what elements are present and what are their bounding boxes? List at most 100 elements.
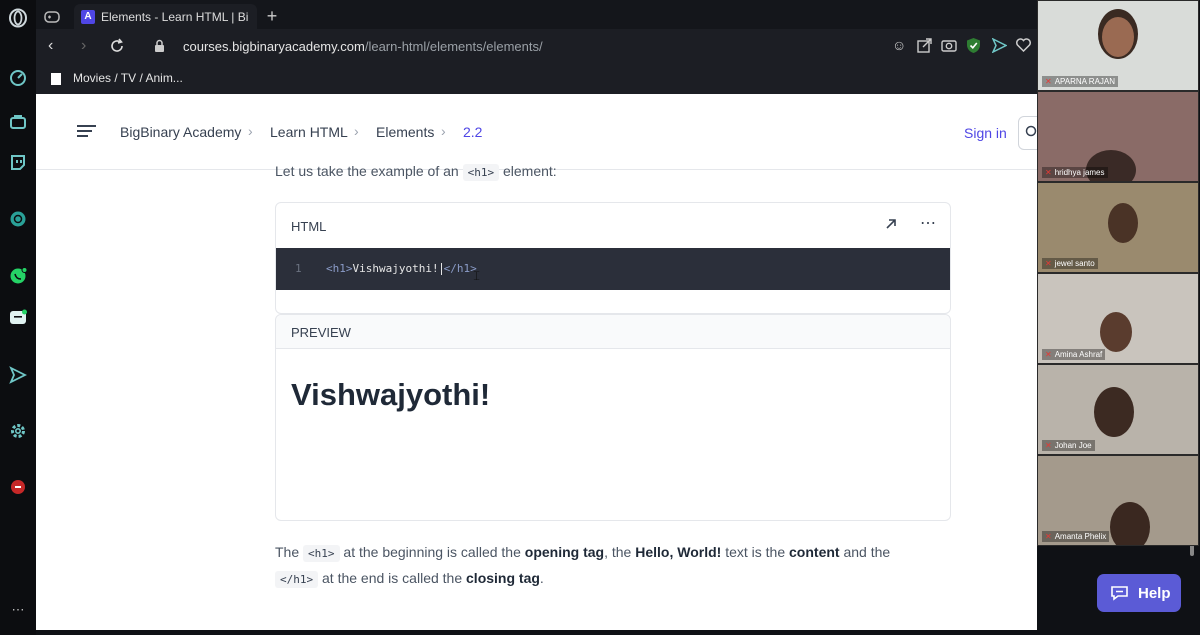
participant-name: ✕ Amina Ashraf (1042, 349, 1106, 360)
more-menu-icon[interactable]: ⋯ (920, 213, 936, 233)
mic-muted-icon: ✕ (1045, 532, 1052, 541)
breadcrumb-lesson[interactable]: 2.2 (463, 124, 482, 140)
ibeam-cursor-icon: 𝙸 (472, 268, 482, 283)
participant-name-text: Johan Joe (1054, 441, 1092, 450)
web-page: BigBinary Academy › Learn HTML › Element… (36, 94, 1037, 630)
participant-tile[interactable]: ✕ Johan Joe (1037, 364, 1199, 455)
preview-heading: Vishwajyothi! (291, 377, 491, 412)
settings-gear-icon[interactable] (8, 421, 28, 441)
breadcrumb-chevron-icon: › (441, 123, 446, 139)
participant-name: ✕ Amanta Phelix (1042, 531, 1110, 542)
participant-tile[interactable]: ✕ Amanta Phelix (1037, 455, 1199, 546)
intro-text: Let us take the example of an (275, 163, 459, 179)
term-hello-world: Hello, World! (635, 544, 722, 560)
opera-logo-icon[interactable] (8, 8, 28, 28)
send-flow-icon[interactable] (8, 365, 28, 385)
code-editor-card: HTML ⋯ 1 <h1>Vishwajyothi! </h1> 𝙸 (275, 202, 951, 314)
share-icon[interactable] (917, 38, 932, 58)
back-icon[interactable]: ‹ (48, 37, 53, 55)
url-domain: courses.bigbinaryacademy.com (183, 39, 365, 54)
more-options-icon[interactable]: ⋯ (8, 600, 28, 620)
participant-tile[interactable]: ✕ hridhya james (1037, 91, 1199, 182)
breadcrumb-chapter[interactable]: Elements (376, 124, 434, 140)
briefcase-icon[interactable] (8, 112, 28, 132)
editor-label: HTML (291, 219, 327, 234)
search-button[interactable] (1018, 116, 1037, 150)
inline-code: <h1> (462, 164, 500, 181)
shield-icon[interactable] (966, 37, 981, 59)
open-external-icon[interactable] (884, 217, 898, 236)
new-tab-button[interactable]: + (261, 4, 283, 29)
help-button[interactable]: Help (1097, 574, 1181, 612)
breadcrumb-chevron-icon: › (248, 123, 253, 139)
preview-card: PREVIEW Vishwajyothi! (275, 314, 951, 521)
twitch-icon[interactable] (8, 153, 28, 173)
participant-name-text: hridhya james (1054, 168, 1105, 177)
para-text: , the (604, 544, 632, 560)
camera-icon[interactable] (941, 38, 957, 57)
site-header: BigBinary Academy › Learn HTML › Element… (36, 94, 1037, 170)
participant-name-text: Amina Ashraf (1054, 350, 1103, 359)
forward-icon[interactable]: › (81, 37, 86, 55)
participant-tile[interactable]: ✕ jewel santo (1037, 182, 1199, 273)
hamburger-menu-icon[interactable] (77, 125, 96, 143)
breadcrumb-chevron-icon: › (354, 123, 359, 139)
explanation-paragraph: The <h1> at the beginning is called the … (275, 540, 955, 592)
preview-header: PREVIEW (276, 315, 950, 349)
tab-bar: A Elements - Learn HTML | Bi + (36, 0, 1037, 29)
heart-icon[interactable] (1016, 38, 1031, 57)
para-text: The (275, 544, 300, 560)
participant-tile[interactable]: ✕ APARNA RAJAN (1037, 0, 1199, 91)
mic-muted-icon: ✕ (1045, 259, 1052, 268)
participant-name-text: APARNA RAJAN (1054, 77, 1116, 86)
intro-text-end: element: (502, 163, 557, 179)
participant-face (1102, 17, 1134, 57)
para-text: at the end is called the (322, 570, 463, 586)
extension-badge-icon[interactable] (8, 477, 28, 497)
mic-muted-icon: ✕ (1045, 77, 1052, 86)
term-closing-tag: closing tag (466, 570, 540, 586)
emoji-icon[interactable]: ☺ (892, 37, 906, 53)
speed-dial-icon[interactable] (8, 68, 28, 88)
inline-code-open: <h1> (303, 545, 340, 562)
participant-tile[interactable]: ✕ Amina Ashraf (1037, 273, 1199, 364)
address-bar-row: ‹ › courses.bigbinaryacademy.com/learn-h… (36, 29, 1037, 64)
participant-name: ✕ hridhya james (1042, 167, 1108, 178)
participant-name: ✕ Johan Joe (1042, 440, 1095, 451)
mic-muted-icon: ✕ (1045, 168, 1052, 177)
folder-icon (50, 72, 62, 91)
line-number: 1 (295, 262, 302, 275)
lock-icon (154, 39, 165, 58)
term-opening-tag: opening tag (524, 544, 605, 560)
para-text: at the beginning is called the (343, 544, 521, 560)
para-text: . (539, 570, 544, 586)
tab-elements[interactable]: A Elements - Learn HTML | Bi (74, 4, 257, 29)
flow-send-icon[interactable] (991, 37, 1008, 58)
participant-name: ✕ APARNA RAJAN (1042, 76, 1119, 87)
help-label: Help (1138, 585, 1171, 602)
participant-name: ✕ jewel santo (1042, 258, 1098, 269)
reload-icon[interactable] (109, 38, 125, 59)
para-text: text is the (725, 544, 786, 560)
whatsapp-icon[interactable] (8, 266, 28, 286)
tab-gamepad-icon[interactable] (44, 4, 66, 29)
url-path: /learn-html/elements/elements/ (364, 39, 543, 54)
chat-bubble-icon (1110, 585, 1129, 606)
breadcrumb-academy[interactable]: BigBinary Academy (120, 124, 241, 140)
participant-video (1110, 502, 1150, 545)
code-editor[interactable]: 1 <h1>Vishwajyothi! </h1> 𝙸 (276, 248, 950, 290)
code-open-tag: <h1> (326, 262, 353, 275)
bookmarks-bar: Movies / TV / Anim... (36, 64, 1037, 95)
signin-link[interactable]: Sign in (964, 125, 1007, 141)
breadcrumb-course[interactable]: Learn HTML (270, 124, 348, 140)
term-content: content (789, 544, 840, 560)
tab-title: Elements - Learn HTML | Bi (101, 9, 249, 24)
chatgpt-icon[interactable] (8, 209, 28, 229)
bookmark-movies[interactable]: Movies / TV / Anim... (73, 71, 183, 85)
url-field[interactable]: courses.bigbinaryacademy.com/learn-html/… (183, 39, 543, 54)
participant-name-text: jewel santo (1054, 259, 1095, 268)
text-cursor (440, 263, 442, 275)
participant-video (1108, 203, 1138, 243)
browser-sidebar: ⋯ (0, 0, 36, 635)
messenger-chat-icon[interactable] (8, 308, 28, 328)
